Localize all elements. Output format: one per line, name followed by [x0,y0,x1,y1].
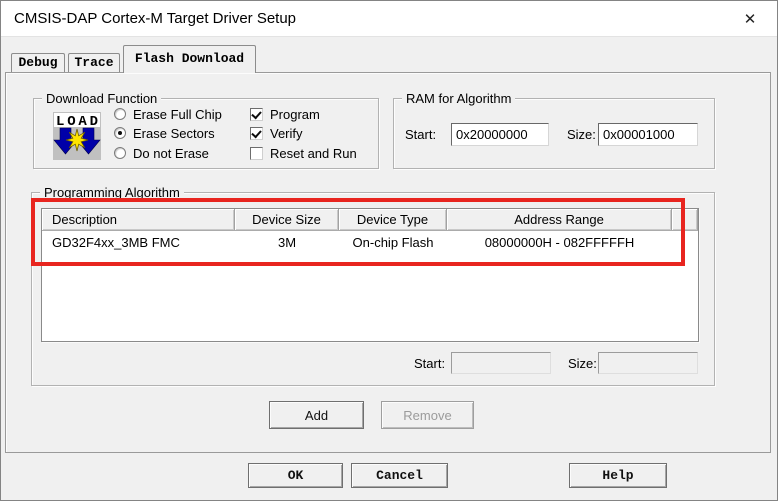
radio-label: Do not Erase [133,146,209,161]
algorithm-table-header: Description Device Size Device Type Addr… [42,209,698,231]
checkbox-label: Verify [270,126,303,141]
header-description[interactable]: Description [42,209,235,230]
algorithm-size-input [598,352,698,374]
programming-algorithm-label: Programming Algorithm [40,185,184,200]
checkbox-label: Program [270,107,320,122]
checkbox-icon [250,147,263,160]
checkbox-verify[interactable]: Verify [250,125,303,141]
table-row[interactable]: GD32F4xx_3MB FMC 3M On-chip Flash 080000… [42,231,698,253]
algorithm-size-label: Size: [568,356,597,372]
load-icon: LOAD [53,112,101,160]
radio-erase-sectors[interactable]: Erase Sectors [114,125,215,141]
radio-icon [114,147,126,159]
header-device-size[interactable]: Device Size [235,209,339,230]
radio-label: Erase Full Chip [133,107,222,122]
add-button[interactable]: Add [269,401,364,429]
help-button[interactable]: Help [569,463,667,488]
load-star [66,129,88,151]
radio-icon [114,127,126,139]
ok-button[interactable]: OK [248,463,343,488]
algorithm-table: Description Device Size Device Type Addr… [41,208,699,342]
ram-start-input[interactable] [451,123,549,146]
close-icon: ✕ [744,10,757,28]
algorithm-start-label: Start: [414,356,445,372]
radio-do-not-erase[interactable]: Do not Erase [114,145,209,161]
window-title: CMSIS-DAP Cortex-M Target Driver Setup [14,1,296,37]
cell-address-range: 08000000H - 082FFFFFH [447,235,672,250]
radio-icon [114,108,126,120]
header-address-range[interactable]: Address Range [447,209,672,230]
header-device-type[interactable]: Device Type [339,209,447,230]
ram-for-algorithm-label: RAM for Algorithm [402,91,515,106]
cancel-button[interactable]: Cancel [351,463,448,488]
checkbox-icon [250,108,263,121]
remove-button: Remove [381,401,474,429]
tab-flash-download[interactable]: Flash Download [123,45,256,73]
cell-device-type: On-chip Flash [339,235,447,250]
checkbox-program[interactable]: Program [250,106,320,122]
download-function-label: Download Function [42,91,161,106]
radio-label: Erase Sectors [133,126,215,141]
cell-device-size: 3M [235,235,339,250]
cmsis-dap-setup-dialog: CMSIS-DAP Cortex-M Target Driver Setup ✕… [0,0,778,501]
tab-debug[interactable]: Debug [11,53,65,72]
title-bar: CMSIS-DAP Cortex-M Target Driver Setup ✕ [1,1,777,37]
checkbox-reset-and-run[interactable]: Reset and Run [250,145,357,161]
ram-size-label: Size: [567,127,596,143]
tab-trace[interactable]: Trace [68,53,120,72]
header-stub [672,209,698,230]
ram-start-label: Start: [405,127,436,143]
radio-erase-full-chip[interactable]: Erase Full Chip [114,106,222,122]
cell-description: GD32F4xx_3MB FMC [42,235,235,250]
close-button[interactable]: ✕ [729,1,771,37]
checkbox-icon [250,127,263,140]
ram-size-input[interactable] [598,123,698,146]
checkbox-label: Reset and Run [270,146,357,161]
algorithm-start-input [451,352,551,374]
